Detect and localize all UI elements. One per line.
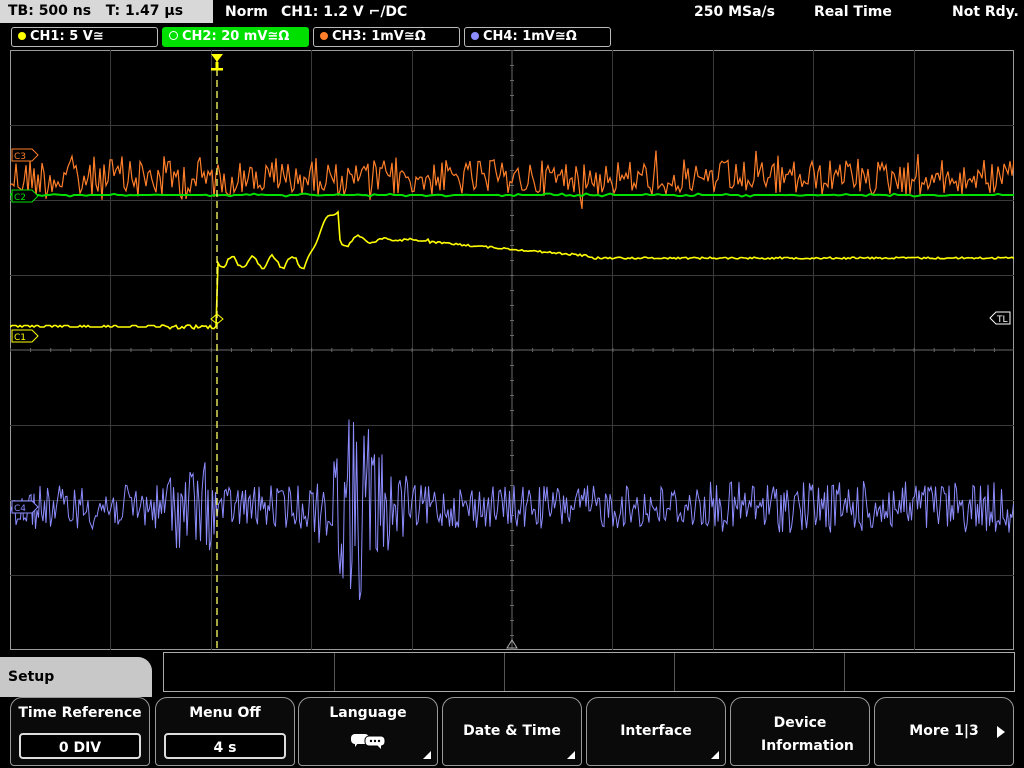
device-information-label: Device Information bbox=[761, 715, 854, 754]
ch4-label: CH4: 1mV≅Ω bbox=[483, 29, 577, 44]
ch2-offset-label: C2 bbox=[14, 193, 26, 203]
ch1-label: CH1: 5 V≅ bbox=[30, 29, 104, 44]
time-reference-label: Time Reference bbox=[18, 705, 142, 721]
ch3-label: CH3: 1mV≅Ω bbox=[332, 29, 426, 44]
ch3-color-dot-icon bbox=[320, 32, 328, 40]
menu-title-tab: Setup bbox=[0, 657, 152, 697]
device-information-softkey[interactable]: Device Information bbox=[730, 697, 870, 766]
date-time-softkey[interactable]: Date & Time bbox=[442, 697, 582, 766]
channel-tab-ch3[interactable]: CH3: 1mV≅Ω bbox=[313, 27, 460, 47]
acquisition-mode: Real Time bbox=[814, 4, 892, 20]
chevron-right-icon bbox=[997, 726, 1005, 738]
more-label: More 1|3 bbox=[909, 723, 979, 739]
channel-tab-ch4[interactable]: CH4: 1mV≅Ω bbox=[464, 27, 611, 47]
acquisition-state: Not Rdy. bbox=[952, 4, 1019, 20]
ch4-offset-label: C4 bbox=[14, 504, 26, 514]
language-softkey[interactable]: Language bbox=[298, 697, 438, 766]
more-softkey[interactable]: More 1|3 bbox=[874, 697, 1014, 766]
status-bar: TB: 500 ns T: 1.47 µs Norm CH1: 1.2 V ⌐/… bbox=[0, 0, 1024, 24]
ch2-color-dot-icon bbox=[169, 31, 178, 40]
ch1-color-dot-icon bbox=[18, 32, 26, 40]
menu-off-softkey[interactable]: Menu Off 4 s bbox=[155, 697, 295, 766]
channel-tab-ch1[interactable]: CH1: 5 V≅ bbox=[11, 27, 158, 47]
time-reference-value: 0 DIV bbox=[19, 733, 141, 759]
trigger-mode[interactable]: Norm bbox=[225, 0, 268, 24]
timebase-box[interactable]: TB: 500 ns T: 1.47 µs bbox=[0, 0, 213, 23]
ch2-label: CH2: 20 mV≅Ω bbox=[182, 29, 290, 44]
sample-rate: 250 MSa/s bbox=[694, 4, 776, 20]
language-label: Language bbox=[329, 705, 407, 721]
trigger-level-label: TL bbox=[996, 315, 1008, 325]
time-reference-softkey[interactable]: Time Reference 0 DIV bbox=[10, 697, 150, 766]
channel-tab-ch2[interactable]: CH2: 20 mV≅Ω bbox=[162, 27, 309, 47]
ch4-color-dot-icon bbox=[471, 32, 479, 40]
menu-title: Setup bbox=[8, 669, 55, 685]
ch1-offset-label: C1 bbox=[14, 333, 26, 343]
menu-off-label: Menu Off bbox=[189, 705, 261, 721]
trigger-setting[interactable]: CH1: 1.2 V ⌐/DC bbox=[281, 0, 407, 24]
waveform-display[interactable]: C1 C2 C3 C4 TL bbox=[10, 50, 1014, 650]
menu-off-value: 4 s bbox=[164, 733, 286, 759]
interface-label: Interface bbox=[620, 723, 692, 739]
timebase-readout: TB: 500 ns bbox=[8, 3, 92, 19]
interface-softkey[interactable]: Interface bbox=[586, 697, 726, 766]
trigger-time-readout: T: 1.47 µs bbox=[105, 3, 184, 19]
date-time-label: Date & Time bbox=[463, 723, 561, 739]
speech-bubbles-icon bbox=[351, 734, 386, 749]
ch3-offset-label: C3 bbox=[14, 152, 26, 162]
message-area bbox=[163, 652, 1015, 692]
